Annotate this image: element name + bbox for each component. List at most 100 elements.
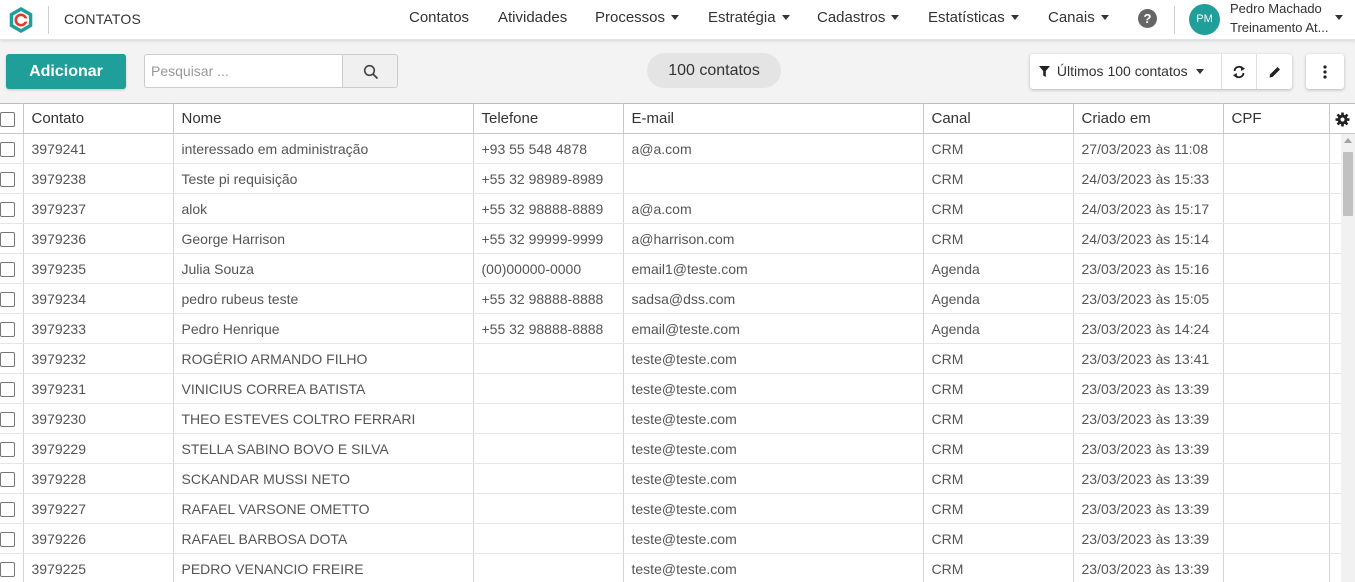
edit-button[interactable] [1256,54,1291,89]
row-checkbox[interactable] [0,561,15,577]
table-row[interactable]: 3979234 pedro rubeus teste +55 32 98888-88… [0,283,1355,314]
scroll-up-arrow-icon[interactable] [1344,138,1352,143]
table-row[interactable]: 3979232 ROGÉRIO ARMANDO FILHO teste@teste.… [0,343,1355,374]
cell-nome: STELLA SABINO BOVO E SILVA [172,433,474,464]
row-checkbox[interactable] [0,531,15,547]
column-header-cpf[interactable]: CPF [1222,103,1330,134]
vertical-scrollbar[interactable] [1341,134,1355,582]
toolbar: Adicionar 100 contatos Últimos 100 conta… [0,40,1355,103]
nav-item-atividades[interactable]: Atividades [498,0,567,40]
chevron-down-icon [1010,14,1019,20]
row-checkbox[interactable] [0,261,15,277]
contacts-table-container: Contato Nome Telefone E-mail Canal Criad… [0,103,1355,582]
row-checkbox[interactable] [0,231,15,247]
avatar[interactable]: PM [1189,4,1220,35]
search-button[interactable] [342,54,398,88]
cell-criado-em: 24/03/2023 às 15:14 [1072,223,1224,254]
nav-item-label: Estratégia [708,9,776,26]
table-row[interactable]: 3979226 RAFAEL BARBOSA DOTA teste@teste.co… [0,523,1355,554]
column-header-email[interactable]: E-mail [622,103,924,134]
row-checkbox[interactable] [0,471,15,487]
column-header-telefone[interactable]: Telefone [472,103,624,134]
chevron-down-icon [781,14,790,20]
search-input[interactable] [144,54,343,88]
table-row[interactable]: 3979230 THEO ESTEVES COLTRO FERRARI teste@… [0,403,1355,434]
cell-contato: 3979230 [22,403,174,434]
cell-cpf [1222,553,1330,582]
chevron-down-icon [1100,14,1109,20]
table-row[interactable]: 3979227 RAFAEL VARSONE OMETTO teste@teste.… [0,493,1355,524]
cell-telefone: +55 32 98989-8989 [472,163,624,194]
row-checkbox[interactable] [0,141,15,157]
column-header-canal[interactable]: Canal [922,103,1074,134]
nav-item-contatos[interactable]: Contatos [409,0,469,40]
nav-item-label: Contatos [409,9,470,26]
contact-count-badge: 100 contatos [647,53,781,88]
row-select-cell [0,523,24,554]
cell-canal: Agenda [922,313,1074,344]
table-row[interactable]: 3979236 George Harrison +55 32 99999-9999 a… [0,223,1355,254]
cell-nome: THEO ESTEVES COLTRO FERRARI [172,403,474,434]
table-row[interactable]: 3979235 Julia Souza (00)00000-0000 email1@t… [0,253,1355,284]
cell-criado-em: 23/03/2023 às 13:39 [1072,523,1224,554]
nav-item-label: Atividades [498,9,568,26]
cell-telefone: +55 32 98888-8888 [472,313,624,344]
nav-item-estatisticas[interactable]: Estatísticas [928,0,1019,40]
cell-cpf [1222,523,1330,554]
cell-email: teste@teste.com [622,523,924,554]
row-checkbox[interactable] [0,411,15,427]
cell-canal: CRM [922,373,1074,404]
table-row[interactable]: 3979231 VINICIUS CORREA BATISTA teste@test… [0,373,1355,404]
cell-nome: RAFAEL BARBOSA DOTA [172,523,474,554]
nav-item-cadastros[interactable]: Cadastros [817,0,900,40]
table-row[interactable]: 3979228 SCKANDAR MUSSI NETO teste@teste.co… [0,463,1355,494]
table-row[interactable]: 3979229 STELLA SABINO BOVO E SILVA teste@t… [0,433,1355,464]
nav-item-label: Estatísticas [928,9,1005,26]
page-title: CONTATOS [64,11,142,27]
app-logo-icon[interactable] [7,6,35,34]
cell-email: teste@teste.com [622,403,924,434]
more-options-button[interactable] [1306,54,1344,89]
row-select-cell [0,223,24,254]
row-checkbox[interactable] [0,501,15,517]
user-organization[interactable]: Treinamento At... [1230,20,1329,35]
question-circle-icon[interactable]: ? [1138,9,1157,28]
nav-item-processos[interactable]: Processos [595,0,680,40]
gear-icon[interactable] [1334,112,1350,127]
cell-cpf [1222,193,1330,224]
cell-nome: PEDRO VENANCIO FREIRE [172,553,474,582]
row-select-cell [0,373,24,404]
row-checkbox[interactable] [0,291,15,307]
row-checkbox[interactable] [0,171,15,187]
scrollbar-thumb[interactable] [1343,152,1353,216]
column-header-criado-em[interactable]: Criado em [1072,103,1224,134]
row-checkbox[interactable] [0,201,15,217]
row-checkbox[interactable] [0,381,15,397]
cell-cpf [1222,493,1330,524]
table-row[interactable]: 3979237 alok +55 32 98888-8889 a@a.com CRM 24… [0,193,1355,224]
column-header-contato[interactable]: Contato [22,103,174,134]
table-row[interactable]: 3979233 Pedro Henrique +55 32 98888-8888 em… [0,313,1355,344]
user-name[interactable]: Pedro Machado [1230,1,1322,16]
column-header-nome[interactable]: Nome [172,103,474,134]
nav-item-canais[interactable]: Canais [1048,0,1109,40]
filter-dropdown[interactable]: Últimos 100 contatos [1030,54,1220,89]
select-all-checkbox[interactable] [0,111,15,127]
row-select-cell [0,163,24,194]
table-row[interactable]: 3979238 Teste pi requisição +55 32 98989-8… [0,163,1355,194]
chevron-down-icon[interactable] [1335,15,1343,20]
table-row[interactable]: 3979225 PEDRO VENANCIO FREIRE teste@teste.… [0,553,1355,582]
divider [48,6,49,34]
row-checkbox[interactable] [0,441,15,457]
add-button[interactable]: Adicionar [6,54,126,89]
cell-telefone [472,553,624,582]
cell-contato: 3979226 [22,523,174,554]
row-checkbox[interactable] [0,351,15,367]
refresh-button[interactable] [1221,54,1256,89]
table-row[interactable]: 3979241 interessado em administração +93 5… [0,133,1355,164]
cell-contato: 3979237 [22,193,174,224]
row-checkbox[interactable] [0,321,15,337]
cell-email: a@a.com [622,193,924,224]
nav-item-estrategia[interactable]: Estratégia [708,0,790,40]
cell-criado-em: 23/03/2023 às 13:39 [1072,403,1224,434]
